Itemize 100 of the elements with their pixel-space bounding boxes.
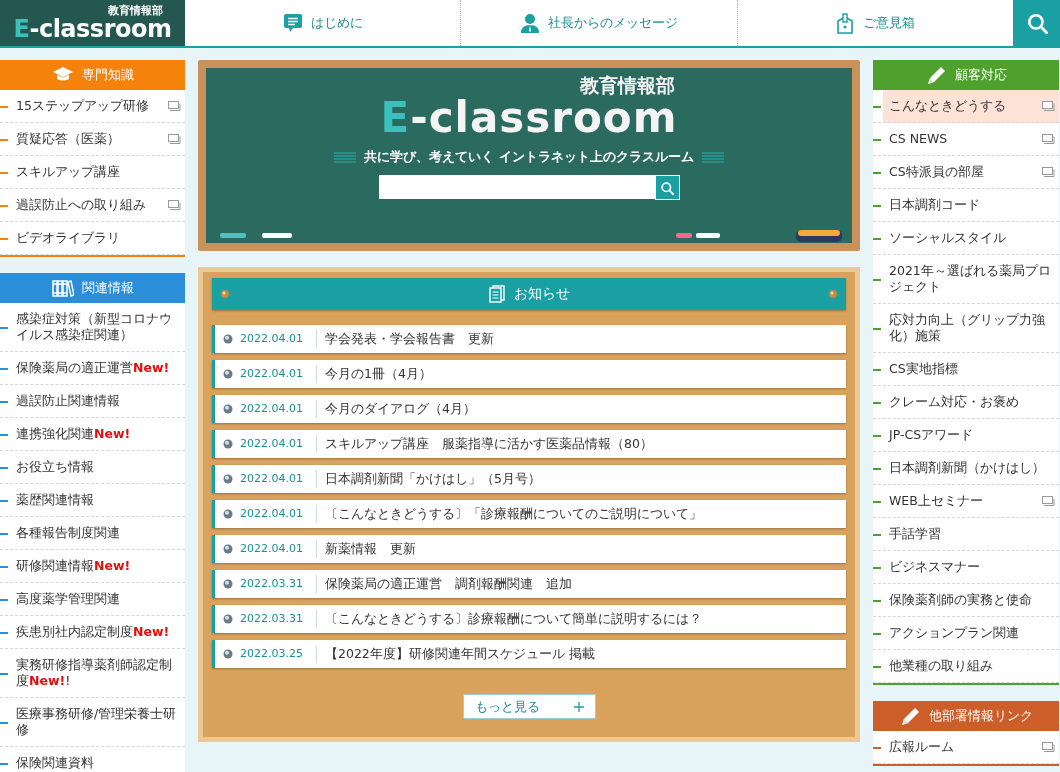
sidebar-link[interactable]: 研修関連情報New! bbox=[0, 550, 185, 583]
globe-icon bbox=[223, 649, 233, 659]
notice-item[interactable]: 2022.04.01 今月の1冊（4月） bbox=[212, 360, 846, 388]
sidebar-link[interactable]: CS実地指標 bbox=[873, 353, 1059, 386]
sidebar-link[interactable]: 連携強化関連New! bbox=[0, 418, 185, 451]
nav-link[interactable]: はじめに bbox=[185, 0, 462, 46]
notice-date: 2022.04.01 bbox=[233, 470, 317, 488]
notice-item[interactable]: 2022.03.31 保険薬局の適正運営 調剤報酬関連 追加 bbox=[212, 570, 846, 598]
sidebar-link[interactable]: WEB上セミナー bbox=[873, 485, 1059, 518]
banner-department: 教育情報部 bbox=[580, 74, 676, 96]
sidebar-link[interactable]: 高度薬学管理関連 bbox=[0, 583, 185, 616]
sidebar-link[interactable]: JP-CSアワード bbox=[873, 419, 1059, 452]
sidebar-link[interactable]: 感染症対策（新型コロナウイルス感染症関連） bbox=[0, 303, 185, 352]
notice-date: 2022.04.01 bbox=[233, 365, 317, 383]
pen-icon bbox=[925, 65, 947, 85]
books-icon bbox=[51, 278, 74, 298]
notice-item[interactable]: 2022.04.01 スキルアップ講座 服薬指導に活かす医薬品情報（80） bbox=[212, 430, 846, 458]
sidebar-link[interactable]: 手話学習 bbox=[873, 518, 1059, 551]
plus-icon bbox=[573, 701, 584, 712]
sidebar-link[interactable]: 保険薬局の適正運営New! bbox=[0, 352, 185, 385]
search-icon bbox=[1025, 12, 1048, 34]
documents-icon bbox=[488, 285, 505, 303]
sidebar-link[interactable]: お役立ち情報 bbox=[0, 451, 185, 484]
sidebar-link[interactable]: 疾患別社内認定制度New! bbox=[0, 616, 185, 649]
globe-icon bbox=[223, 474, 233, 484]
notice-date: 2022.04.01 bbox=[233, 400, 317, 418]
notice-text: 〔こんなときどうする〕「診療報酬についてのご説明について」 bbox=[324, 505, 702, 523]
box-icon bbox=[835, 12, 856, 34]
sidebar-link[interactable]: 他業種の取り組み bbox=[873, 650, 1059, 683]
sidebar-link[interactable]: こんなときどうする bbox=[873, 90, 1059, 123]
globe-icon bbox=[223, 544, 233, 554]
globe-icon bbox=[223, 614, 233, 624]
sidebar-link[interactable]: ソーシャルスタイル bbox=[873, 222, 1059, 255]
sidebar-link[interactable]: 保険関連資料 bbox=[0, 747, 185, 772]
pen-icon bbox=[899, 706, 921, 726]
sidebar-link[interactable]: 過誤防止への取り組み bbox=[0, 189, 185, 222]
sidebar-link[interactable]: 保険薬剤師の実務と使命 bbox=[873, 584, 1059, 617]
sidebar-link[interactable]: 過誤防止関連情報 bbox=[0, 385, 185, 418]
notice-text: 今月の1冊（4月） bbox=[324, 365, 432, 383]
sidebar-link[interactable]: 薬歴関連情報 bbox=[0, 484, 185, 517]
notice-text: 学会発表・学会報告書 更新 bbox=[324, 330, 494, 348]
notice-item[interactable]: 2022.04.01 〔こんなときどうする〕「診療報酬についてのご説明について」 bbox=[212, 500, 846, 528]
notice-text: 今月のダイアログ（4月） bbox=[324, 400, 476, 418]
notice-date: 2022.03.25 bbox=[233, 645, 317, 663]
more-button[interactable]: もっと見る bbox=[462, 694, 596, 719]
notice-date: 2022.04.01 bbox=[233, 330, 317, 348]
pin-icon bbox=[828, 289, 838, 299]
sidebar-link[interactable]: ビジネスマナー bbox=[873, 551, 1059, 584]
notice-date: 2022.04.01 bbox=[233, 435, 317, 453]
notice-item[interactable]: 2022.03.31 〔こんなときどうする〕診療報酬について簡単に説明するには？ bbox=[212, 605, 846, 633]
notice-text: 日本調剤新聞「かけはし」（5月号） bbox=[324, 470, 541, 488]
banner-title: E-classroom bbox=[380, 96, 678, 140]
notice-date: 2022.03.31 bbox=[233, 610, 317, 628]
speech-bubble-icon bbox=[282, 12, 303, 34]
notice-text: 新薬情報 更新 bbox=[324, 540, 416, 558]
notice-text: 〔こんなときどうする〕診療報酬について簡単に説明するには？ bbox=[324, 610, 702, 628]
sidebar-link[interactable]: アクションプラン関連 bbox=[873, 617, 1059, 650]
search-button[interactable] bbox=[654, 175, 680, 200]
search-field[interactable] bbox=[378, 175, 655, 199]
panel-title: 顧客対応 bbox=[955, 66, 1007, 84]
sidebar-link[interactable]: CS特派員の部屋 bbox=[873, 156, 1059, 189]
sidebar-link[interactable]: ビデオライブラリ bbox=[0, 222, 185, 255]
sidebar-link[interactable]: 15ステップアップ研修 bbox=[0, 90, 185, 123]
nav-link[interactable]: ご意見箱 bbox=[737, 0, 1013, 46]
stripes-icon bbox=[701, 151, 724, 163]
notice-item[interactable]: 2022.04.01 新薬情報 更新 bbox=[212, 535, 846, 563]
search-button[interactable] bbox=[1013, 0, 1060, 46]
panel-title: 他部署情報リンク bbox=[929, 707, 1033, 725]
sidebar-link[interactable]: 質疑応答（医薬） bbox=[0, 123, 185, 156]
sidebar-link[interactable]: 実務研修指導薬剤師認定制度New!! bbox=[0, 649, 185, 698]
person-icon bbox=[520, 12, 540, 34]
notice-date: 2022.04.01 bbox=[233, 505, 317, 523]
sidebar-link[interactable]: クレーム対応・お褒め bbox=[873, 386, 1059, 419]
globe-icon bbox=[223, 404, 233, 414]
pin-icon bbox=[220, 289, 230, 299]
sidebar-link[interactable]: 日本調剤新聞（かけはし） bbox=[873, 452, 1059, 485]
notice-text: 【2022年度】研修関連年間スケジュール 掲載 bbox=[324, 645, 595, 663]
globe-icon bbox=[223, 439, 233, 449]
logo[interactable]: 教育情報部 E-classroom bbox=[0, 0, 185, 46]
notice-text: 保険薬局の適正運営 調剤報酬関連 追加 bbox=[324, 575, 572, 593]
notice-item[interactable]: 2022.04.01 日本調剤新聞「かけはし」（5月号） bbox=[212, 465, 846, 493]
notice-date: 2022.03.31 bbox=[233, 575, 317, 593]
sidebar-link[interactable]: 応対力向上（グリップ力強化）施策 bbox=[873, 304, 1059, 353]
sidebar-link[interactable]: 医療事務研修/管理栄養士研修 bbox=[0, 698, 185, 747]
tagline: 共に学び、考えていく イントラネット上のクラスルーム bbox=[364, 148, 694, 166]
nav-link[interactable]: 社長からのメッセージ bbox=[461, 0, 738, 46]
sidebar-link[interactable]: スキルアップ講座 bbox=[0, 156, 185, 189]
globe-icon bbox=[223, 579, 233, 589]
panel-title: 関連情報 bbox=[81, 279, 134, 297]
search-icon bbox=[660, 180, 674, 195]
sidebar-link[interactable]: 日本調剤コード bbox=[873, 189, 1059, 222]
sidebar-link[interactable]: 各種報告制度関連 bbox=[0, 517, 185, 550]
notice-item[interactable]: 2022.04.01 学会発表・学会報告書 更新 bbox=[212, 325, 846, 353]
sidebar-link[interactable]: 広報ルーム bbox=[873, 731, 1059, 764]
sidebar-link[interactable]: 2021年～選ばれる薬局プロジェクト bbox=[873, 255, 1059, 304]
sidebar-link[interactable]: CS NEWS bbox=[873, 123, 1059, 156]
globe-icon bbox=[223, 509, 233, 519]
notice-item[interactable]: 2022.03.25 【2022年度】研修関連年間スケジュール 掲載 bbox=[212, 640, 846, 668]
notice-date: 2022.04.01 bbox=[233, 540, 317, 558]
notice-item[interactable]: 2022.04.01 今月のダイアログ（4月） bbox=[212, 395, 846, 423]
